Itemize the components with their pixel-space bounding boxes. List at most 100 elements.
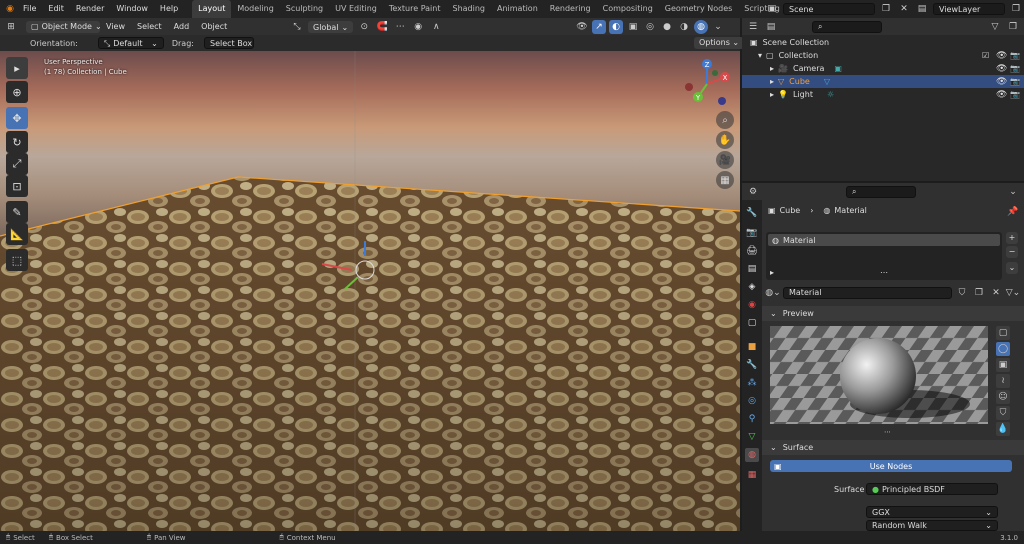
snap-icon[interactable]: 🧲 <box>375 20 389 34</box>
menu-edit[interactable]: Edit <box>42 0 70 18</box>
menu-file[interactable]: File <box>17 0 42 18</box>
preview-cube-button[interactable]: ▣ <box>996 358 1010 372</box>
tab-collection[interactable]: ▢ <box>745 316 759 330</box>
mode-selector[interactable]: ▢ Object Mode ⌄ <box>26 20 102 33</box>
menu-window[interactable]: Window <box>110 0 154 18</box>
blender-logo-icon[interactable]: ◉ <box>3 2 17 16</box>
3d-viewport[interactable]: User Perspective (1 78) Collection | Cub… <box>0 51 740 531</box>
add-cube-tool-button[interactable]: ⬚ <box>6 249 28 271</box>
camera-view-button[interactable]: 🎥 <box>716 151 734 169</box>
remove-slot-button[interactable]: − <box>1006 246 1018 258</box>
outliner-row-camera[interactable]: ▸ 🎥 Camera ▣ 👁 📷 <box>742 62 1024 75</box>
eye-icon[interactable]: 👁 <box>996 77 1007 87</box>
render-camera-icon[interactable]: 📷 <box>1010 77 1020 86</box>
tab-uv-editing[interactable]: UV Editing <box>329 0 383 18</box>
rendered-shading-icon[interactable]: ◍ <box>694 20 708 34</box>
tab-compositing[interactable]: Compositing <box>597 0 659 18</box>
fake-user-icon[interactable]: ⛉ <box>955 286 969 300</box>
browse-material-icon[interactable]: ◍⌄ <box>765 286 780 300</box>
eye-icon[interactable]: 👁 <box>996 90 1007 100</box>
slot-menu-button[interactable]: ⌄ <box>1006 262 1018 274</box>
tab-animation[interactable]: Animation <box>491 0 544 18</box>
editor-type-icon[interactable]: ⊞ <box>4 20 18 34</box>
tab-sculpting[interactable]: Sculpting <box>280 0 329 18</box>
tab-object[interactable]: ■ <box>745 340 759 354</box>
material-slot-list[interactable]: ◍ Material ▸ ⋯ <box>766 232 1002 280</box>
pan-button[interactable]: ✋ <box>716 131 734 149</box>
render-camera-icon[interactable]: 📷 <box>1010 90 1020 99</box>
menu-help[interactable]: Help <box>154 0 184 18</box>
link-mode-icon[interactable]: ▽⌄ <box>1006 286 1020 300</box>
gizmo-toggle-icon[interactable]: ↗ <box>592 20 606 34</box>
eye-icon[interactable]: 👁 <box>996 51 1007 61</box>
drag-selector[interactable]: Select Box <box>203 37 254 49</box>
copy-view-layer-icon[interactable]: ❐ <box>1009 2 1023 16</box>
new-collection-icon[interactable]: ❐ <box>1006 20 1020 34</box>
wireframe-shading-icon[interactable]: ◎ <box>643 20 657 34</box>
view-layer-icon[interactable]: ▤ <box>915 2 929 16</box>
menu-add[interactable]: Add <box>168 18 196 36</box>
preview-sphere-button[interactable]: ◯ <box>996 342 1010 356</box>
material-slot-item[interactable]: ◍ Material <box>768 234 1000 246</box>
filter-icon[interactable]: ▽ <box>988 20 1002 34</box>
ortho-toggle-button[interactable]: ▦ <box>716 171 734 189</box>
tab-tool[interactable]: 🔧 <box>745 206 759 220</box>
overlay-toggle-icon[interactable]: ◐ <box>609 20 623 34</box>
close-scene-icon[interactable]: ✕ <box>897 2 911 16</box>
outliner-row-light[interactable]: ▸ 💡 Light ☼ 👁 📷 <box>742 88 1024 101</box>
menu-object[interactable]: Object <box>195 18 233 36</box>
surface-panel-header[interactable]: ⌄ Surface <box>762 440 1024 455</box>
checkbox-icon[interactable]: ☑ <box>982 51 989 60</box>
select-tool-button[interactable]: ▸ <box>6 57 28 79</box>
menu-render[interactable]: Render <box>70 0 110 18</box>
render-camera-icon[interactable]: 📷 <box>1010 51 1020 60</box>
preview-resize-handle[interactable]: ⋯ <box>884 428 891 436</box>
snap-target-icon[interactable]: ⋯ <box>393 20 407 34</box>
pin-icon[interactable]: 📌 <box>1006 205 1020 219</box>
outliner-editor-icon[interactable]: ☰ <box>746 20 760 34</box>
preview-monkey-button[interactable]: ☺ <box>996 390 1010 404</box>
tab-modeling[interactable]: Modeling <box>231 0 279 18</box>
zoom-button[interactable]: ⌕ <box>716 111 734 129</box>
transform-tool-button[interactable]: ⊡ <box>6 175 28 197</box>
copy-scene-icon[interactable]: ❐ <box>879 2 893 16</box>
orientation-selector[interactable]: ⤡ Default ⌄ <box>97 37 164 49</box>
measure-tool-button[interactable]: 📐 <box>6 223 28 245</box>
view-layer-selector[interactable]: ViewLayer <box>933 3 1005 15</box>
falloff-icon[interactable]: ∧ <box>429 20 443 34</box>
preview-panel-header[interactable]: ⌄ Preview <box>762 306 1024 321</box>
navigation-gizmo[interactable]: Z X Y <box>680 57 734 111</box>
menu-view[interactable]: View <box>100 18 131 36</box>
rotate-tool-button[interactable]: ↻ <box>6 131 28 153</box>
move-tool-button[interactable]: ✥ <box>6 107 28 129</box>
tab-texture-paint[interactable]: Texture Paint <box>383 0 447 18</box>
expand-icon[interactable]: ▸ <box>770 268 774 277</box>
tab-world[interactable]: ◉ <box>745 298 759 312</box>
tab-modifiers[interactable]: 🔧 <box>745 358 759 372</box>
surface-shader-field[interactable]: ● Principled BSDF <box>866 483 998 495</box>
outliner-search-input[interactable]: ⌕ <box>812 20 882 33</box>
scale-tool-button[interactable]: ⤢ <box>6 153 28 175</box>
tab-geometry-nodes[interactable]: Geometry Nodes <box>659 0 738 18</box>
scene-icon[interactable]: ▣ <box>765 2 779 16</box>
tab-texture[interactable]: ▦ <box>745 468 759 482</box>
proportional-edit-icon[interactable]: ◉ <box>411 20 425 34</box>
unlink-material-icon[interactable]: ✕ <box>989 286 1003 300</box>
tab-particles[interactable]: ⁂ <box>745 376 759 390</box>
xray-icon[interactable]: ▣ <box>626 20 640 34</box>
tab-shading[interactable]: Shading <box>446 0 491 18</box>
eye-icon[interactable]: 👁 <box>996 64 1007 74</box>
add-slot-button[interactable]: + <box>1006 232 1018 244</box>
render-camera-icon[interactable]: 📷 <box>1010 64 1020 73</box>
tab-rendering[interactable]: Rendering <box>544 0 597 18</box>
preview-fluid-button[interactable]: 💧 <box>996 422 1010 436</box>
subsurface-method-selector[interactable]: Random Walk ⌄ <box>866 520 998 531</box>
properties-editor-icon[interactable]: ⚙ <box>746 185 760 199</box>
tab-material[interactable]: ◍ <box>745 448 759 462</box>
transform-orientation-icon[interactable]: ⤡ <box>290 20 304 34</box>
transform-orientation-selector[interactable]: Global ⌄ <box>308 21 354 33</box>
options-button[interactable]: Options ⌄ <box>694 37 745 49</box>
preview-hair-button[interactable]: ≀ <box>996 374 1010 388</box>
resize-handle-icon[interactable]: ⋯ <box>880 268 888 277</box>
tab-render[interactable]: 📷 <box>745 226 759 240</box>
